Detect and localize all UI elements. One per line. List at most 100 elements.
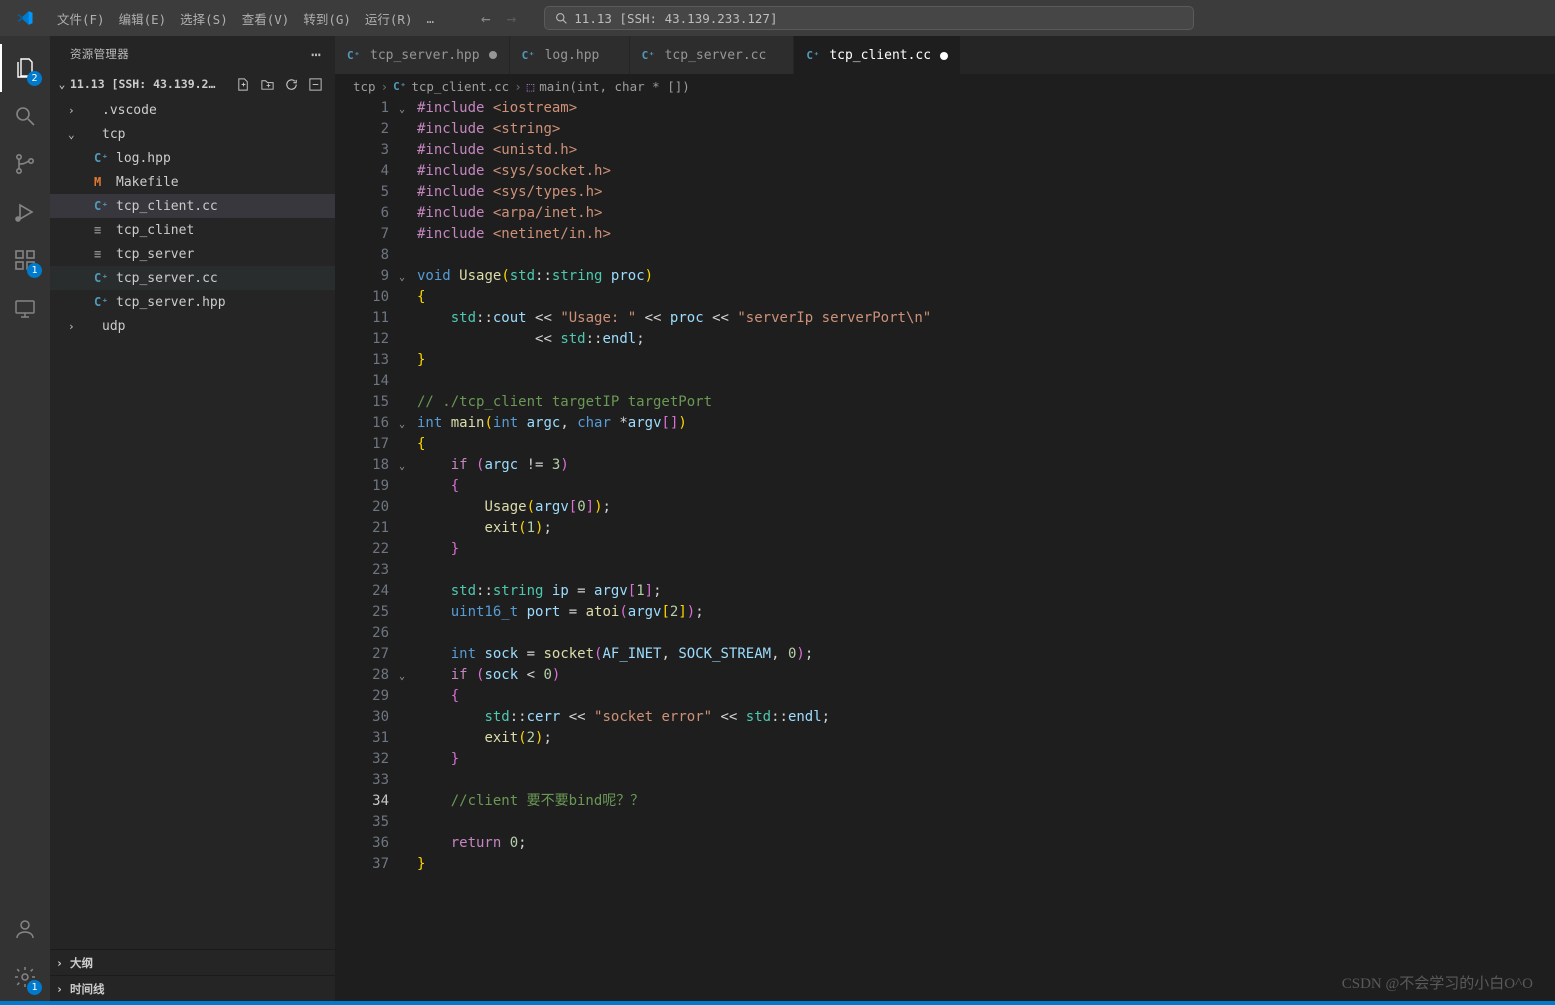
activity-scm[interactable] xyxy=(0,140,50,188)
code-line[interactable] xyxy=(411,560,1555,581)
account-icon xyxy=(13,917,37,941)
code-line[interactable]: << std::endl; xyxy=(411,329,1555,350)
file-icon: ≡ xyxy=(94,247,116,261)
code-line[interactable]: } xyxy=(411,749,1555,770)
collapse-icon[interactable] xyxy=(308,77,323,92)
sidebar-section[interactable]: ⌄ 11.13 [SSH: 43.139.233.1… xyxy=(50,72,335,96)
activity-explorer[interactable]: 2 xyxy=(0,44,50,92)
menu-select[interactable]: 选择(S) xyxy=(173,9,235,28)
code-line[interactable]: #include <arpa/inet.h> xyxy=(411,203,1555,224)
fold-icon[interactable]: ⌄ xyxy=(393,666,411,687)
menu-goto[interactable]: 转到(G) xyxy=(296,9,358,28)
menu-view[interactable]: 查看(V) xyxy=(235,9,297,28)
activity-settings[interactable]: 1 xyxy=(0,953,50,1001)
activity-extensions[interactable]: 1 xyxy=(0,236,50,284)
tree-file[interactable]: C⁺tcp_server.hpp xyxy=(50,290,335,314)
command-center[interactable]: 11.13 [SSH: 43.139.233.127] xyxy=(544,6,1194,30)
fold-icon[interactable]: ⌄ xyxy=(393,414,411,435)
code-line[interactable]: //client 要不要bind呢？？ xyxy=(411,791,1555,812)
source-code[interactable]: #include <iostream>#include <string>#inc… xyxy=(411,98,1555,1001)
code-line[interactable]: Usage(argv[0]); xyxy=(411,497,1555,518)
tree-folder[interactable]: › .vscode xyxy=(50,98,335,122)
code-line[interactable]: } xyxy=(411,350,1555,371)
code-line[interactable]: exit(1); xyxy=(411,518,1555,539)
fold-icon[interactable]: ⌄ xyxy=(393,99,411,120)
breadcrumbs[interactable]: tcp › C⁺ tcp_client.cc › ⬚ main(int, cha… xyxy=(335,74,1555,98)
crumb-symbol[interactable]: main(int, char * []) xyxy=(539,79,690,94)
fold-icon[interactable]: ⌄ xyxy=(393,456,411,477)
code-line[interactable]: std::string ip = argv[1]; xyxy=(411,581,1555,602)
twisty-icon: › xyxy=(68,104,80,117)
tree-folder[interactable]: ⌄tcp xyxy=(50,122,335,146)
outline-section[interactable]: › 大纲 xyxy=(50,949,335,975)
sidebar-header: 资源管理器 ⋯ xyxy=(50,36,335,72)
code-editor[interactable]: 1234567891011121314151617181920212223242… xyxy=(335,98,1555,1001)
code-line[interactable]: int main(int argc, char *argv[]) xyxy=(411,413,1555,434)
tab-label: tcp_client.cc xyxy=(829,48,931,63)
code-line[interactable]: } xyxy=(411,539,1555,560)
code-line[interactable]: return 0; xyxy=(411,833,1555,854)
new-file-icon[interactable] xyxy=(236,77,251,92)
tree-file[interactable]: ≡tcp_clinet xyxy=(50,218,335,242)
activity-remote[interactable] xyxy=(0,284,50,332)
code-line[interactable]: void Usage(std::string proc) xyxy=(411,266,1555,287)
code-line[interactable]: int sock = socket(AF_INET, SOCK_STREAM, … xyxy=(411,644,1555,665)
crumb-folder[interactable]: tcp xyxy=(353,79,376,94)
tree-file[interactable]: MMakefile xyxy=(50,170,335,194)
extensions-badge: 1 xyxy=(27,263,42,278)
code-line[interactable]: exit(2); xyxy=(411,728,1555,749)
code-line[interactable] xyxy=(411,245,1555,266)
code-line[interactable]: #include <unistd.h> xyxy=(411,140,1555,161)
code-line[interactable]: // ./tcp_client targetIP targetPort xyxy=(411,392,1555,413)
activity-search[interactable] xyxy=(0,92,50,140)
menu-file[interactable]: 文件(F) xyxy=(50,9,112,28)
tree-label: .vscode xyxy=(102,103,157,118)
activity-debug[interactable] xyxy=(0,188,50,236)
activity-account[interactable] xyxy=(0,905,50,953)
code-line[interactable]: if (argc != 3) xyxy=(411,455,1555,476)
code-line[interactable] xyxy=(411,371,1555,392)
nav-forward-icon[interactable]: → xyxy=(507,9,517,28)
code-line[interactable] xyxy=(411,770,1555,791)
menu-more[interactable]: … xyxy=(419,11,441,26)
sidebar-more-icon[interactable]: ⋯ xyxy=(311,45,321,64)
code-line[interactable] xyxy=(411,812,1555,833)
code-line[interactable]: { xyxy=(411,434,1555,455)
code-line[interactable]: } xyxy=(411,854,1555,875)
nav-back-icon[interactable]: ← xyxy=(481,9,491,28)
section-actions xyxy=(236,77,335,92)
tree-file[interactable]: C⁺tcp_client.cc xyxy=(50,194,335,218)
code-line[interactable]: std::cerr << "socket error" << std::endl… xyxy=(411,707,1555,728)
tree-file[interactable]: ≡tcp_server xyxy=(50,242,335,266)
code-line[interactable]: #include <string> xyxy=(411,119,1555,140)
crumb-file[interactable]: tcp_client.cc xyxy=(411,79,509,94)
code-line[interactable]: uint16_t port = atoi(argv[2]); xyxy=(411,602,1555,623)
branch-icon xyxy=(13,152,37,176)
code-line[interactable]: if (sock < 0) xyxy=(411,665,1555,686)
status-bar[interactable] xyxy=(0,1001,1555,1005)
code-line[interactable] xyxy=(411,623,1555,644)
editor-tab[interactable]: C⁺tcp_server.cc xyxy=(630,36,795,74)
editor-tab[interactable]: C⁺tcp_client.cc xyxy=(794,36,961,74)
code-line[interactable]: #include <iostream> xyxy=(411,98,1555,119)
menu-edit[interactable]: 编辑(E) xyxy=(112,9,174,28)
timeline-section[interactable]: › 时间线 xyxy=(50,975,335,1001)
tree-folder[interactable]: ›udp xyxy=(50,314,335,338)
editor-tab[interactable]: C⁺log.hpp xyxy=(510,36,630,74)
refresh-icon[interactable] xyxy=(284,77,299,92)
code-line[interactable]: std::cout << "Usage: " << proc << "serve… xyxy=(411,308,1555,329)
editor-tab[interactable]: C⁺tcp_server.hpp xyxy=(335,36,510,74)
code-line[interactable]: { xyxy=(411,476,1555,497)
tree-file[interactable]: C⁺log.hpp xyxy=(50,146,335,170)
tree-label: tcp_server.hpp xyxy=(116,295,226,310)
new-folder-icon[interactable] xyxy=(260,77,275,92)
cpp-icon: C⁺ xyxy=(642,49,658,62)
code-line[interactable]: { xyxy=(411,287,1555,308)
menu-run[interactable]: 运行(R) xyxy=(358,9,420,28)
fold-icon[interactable]: ⌄ xyxy=(393,267,411,288)
code-line[interactable]: #include <netinet/in.h> xyxy=(411,224,1555,245)
code-line[interactable]: { xyxy=(411,686,1555,707)
tree-file[interactable]: C⁺tcp_server.cc xyxy=(50,266,335,290)
code-line[interactable]: #include <sys/socket.h> xyxy=(411,161,1555,182)
code-line[interactable]: #include <sys/types.h> xyxy=(411,182,1555,203)
